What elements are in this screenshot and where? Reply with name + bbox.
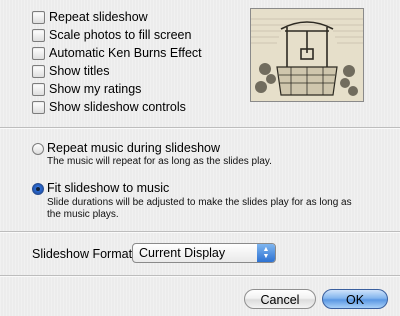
show-titles-checkbox[interactable]: Show titles [32,63,109,79]
scale-photos-checkbox[interactable]: Scale photos to fill screen [32,27,191,43]
slideshow-format-select[interactable]: Current Display ▲ ▼ [132,243,276,263]
show-ratings-checkbox[interactable]: Show my ratings [32,81,141,97]
fit-to-music-description-line2: the music plays. [47,209,119,220]
checkbox-label: Show slideshow controls [49,100,186,114]
fit-to-music-radio[interactable] [32,183,44,195]
fit-to-music-label: Fit slideshow to music [47,181,170,195]
repeat-music-description: The music will repeat for as long as the… [47,156,272,167]
checkbox-box[interactable] [32,10,45,24]
repeat-music-label: Repeat music during slideshow [47,141,221,155]
separator [0,231,400,233]
checkbox-box[interactable] [32,64,45,78]
slideshow-format-value: Current Display [139,246,226,260]
checkbox-box[interactable] [32,100,45,114]
slideshow-preview-image [250,8,364,102]
separator [0,127,400,129]
cancel-button[interactable]: Cancel [244,289,316,309]
checkbox-label: Show my ratings [49,82,142,96]
checkbox-box[interactable] [32,82,45,96]
checkbox-label: Repeat slideshow [49,10,148,24]
ok-button[interactable]: OK [322,289,388,309]
checkbox-box[interactable] [32,46,45,60]
checkbox-label: Scale photos to fill screen [49,28,192,42]
show-controls-checkbox[interactable]: Show slideshow controls [32,99,186,115]
slideshow-format-label: Slideshow Format: [32,247,136,261]
checkbox-label: Automatic Ken Burns Effect [49,46,202,60]
checkbox-label: Show titles [49,64,110,78]
ken-burns-checkbox[interactable]: Automatic Ken Burns Effect [32,45,202,61]
checkbox-box[interactable] [32,28,45,42]
updown-arrows-icon: ▲ ▼ [257,244,275,262]
separator [0,275,400,277]
repeat-music-radio[interactable] [32,143,44,155]
repeat-slideshow-checkbox[interactable]: Repeat slideshow [32,9,148,25]
